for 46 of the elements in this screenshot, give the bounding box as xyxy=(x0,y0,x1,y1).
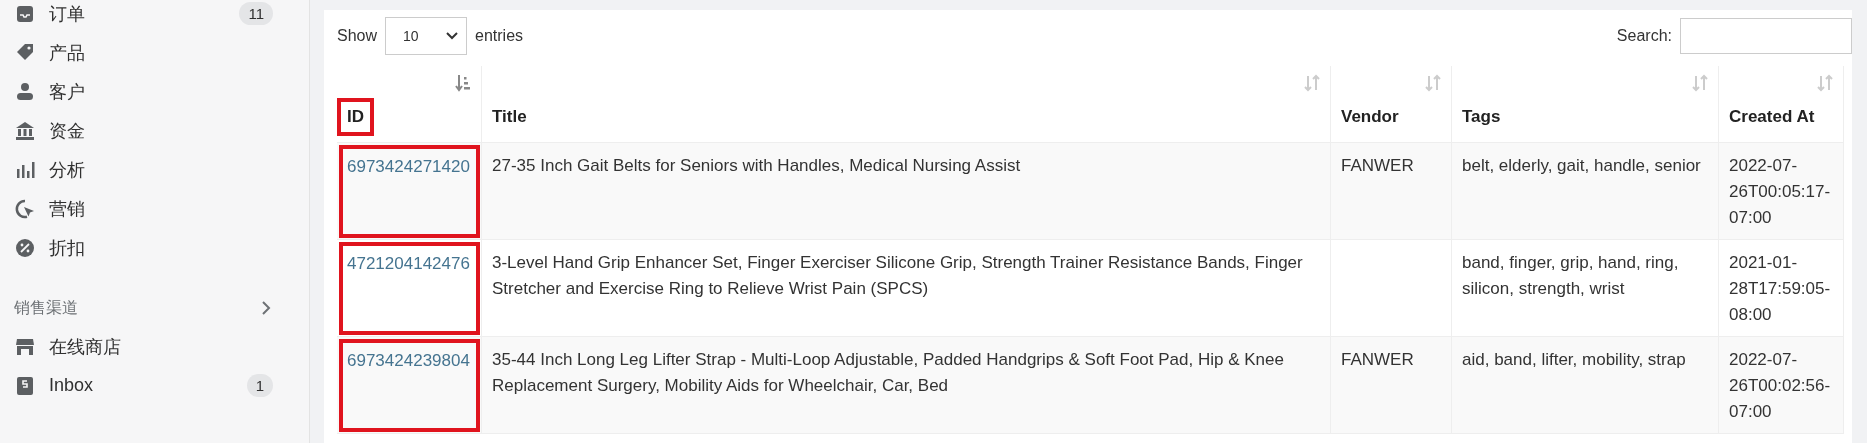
sort-ascending-icon[interactable] xyxy=(455,74,471,92)
discount-icon xyxy=(14,236,36,259)
title-cell: 3-Level Hand Grip Enhancer Set, Finger Exerciser Silicone Grip, Strength Trainer Resistance Bands, Finger Stretcher and Exercise Ring to Relieve Wrist Pain (SPCS) xyxy=(492,253,1303,298)
count-badge: 1 xyxy=(246,374,273,397)
entries-label: entries xyxy=(475,27,524,45)
vendor-cell: FANWER xyxy=(1341,156,1414,175)
nav-item[interactable]: 营销 xyxy=(49,196,273,221)
search-label: Search: xyxy=(1616,27,1672,45)
chevron-right-icon[interactable] xyxy=(259,299,273,317)
count-badge: 11 xyxy=(239,2,273,25)
date-cell: 2022-07-26T00:05:17-07:00 xyxy=(1729,156,1831,227)
app-icon xyxy=(14,374,36,397)
sort-icon[interactable] xyxy=(1425,74,1441,92)
column-header[interactable]: Vendor xyxy=(1331,98,1409,136)
tags-cell: aid, band, lifter, mobility, strap xyxy=(1462,350,1686,369)
nav-item[interactable]: 折扣 xyxy=(49,235,273,260)
date-cell: 2021-01-28T17:59:05-08:00 xyxy=(1729,253,1831,324)
nav-item[interactable]: Inbox xyxy=(49,375,247,396)
nav-item[interactable]: 订单 xyxy=(49,1,240,26)
bank-icon xyxy=(14,119,36,142)
column-header[interactable]: Created At xyxy=(1719,98,1825,136)
cursor-target-icon xyxy=(14,197,36,220)
entries-select[interactable]: 10 xyxy=(385,17,468,55)
nav-item[interactable]: 产品 xyxy=(49,40,273,65)
sort-icon[interactable] xyxy=(1304,74,1320,92)
product-id-link[interactable]: 4721204142476 xyxy=(347,250,470,278)
column-header[interactable]: Title xyxy=(482,98,537,136)
column-header[interactable]: ID xyxy=(337,98,374,136)
person-icon xyxy=(14,80,36,103)
tags-cell: band, finger, grip, hand, ring, silicon, strength, wrist xyxy=(1462,253,1679,298)
sort-icon[interactable] xyxy=(1817,74,1833,92)
title-cell: 35-44 Inch Long Leg Lifter Strap - Multi-Loop Adjustable, Padded Handgrips & Soft Foot Pad, Hip & Knee Replacement Surgery, Mobility Aids for Wheelchair, Car, Bed xyxy=(492,350,1284,395)
column-header[interactable]: Tags xyxy=(1452,98,1511,136)
tags-cell: belt, elderly, gait, handle, senior xyxy=(1462,156,1701,175)
section-heading: 销售渠道 xyxy=(14,297,78,318)
search-field[interactable] xyxy=(1680,18,1852,54)
date-cell: 2022-07-26T00:02:56-07:00 xyxy=(1729,350,1831,421)
nav-item[interactable]: 资金 xyxy=(49,118,273,143)
nav-item[interactable]: 在线商店 xyxy=(49,334,273,359)
nav-item[interactable]: 分析 xyxy=(49,157,273,182)
sort-icon[interactable] xyxy=(1692,74,1708,92)
show-label: Show xyxy=(337,27,378,45)
nav-item[interactable]: 客户 xyxy=(49,79,273,104)
vendor-cell: FANWER xyxy=(1341,350,1414,369)
chevron-down-icon[interactable] xyxy=(446,32,459,40)
title-cell: 27-35 Inch Gait Belts for Seniors with Handles, Medical Nursing Assist xyxy=(492,156,1021,175)
